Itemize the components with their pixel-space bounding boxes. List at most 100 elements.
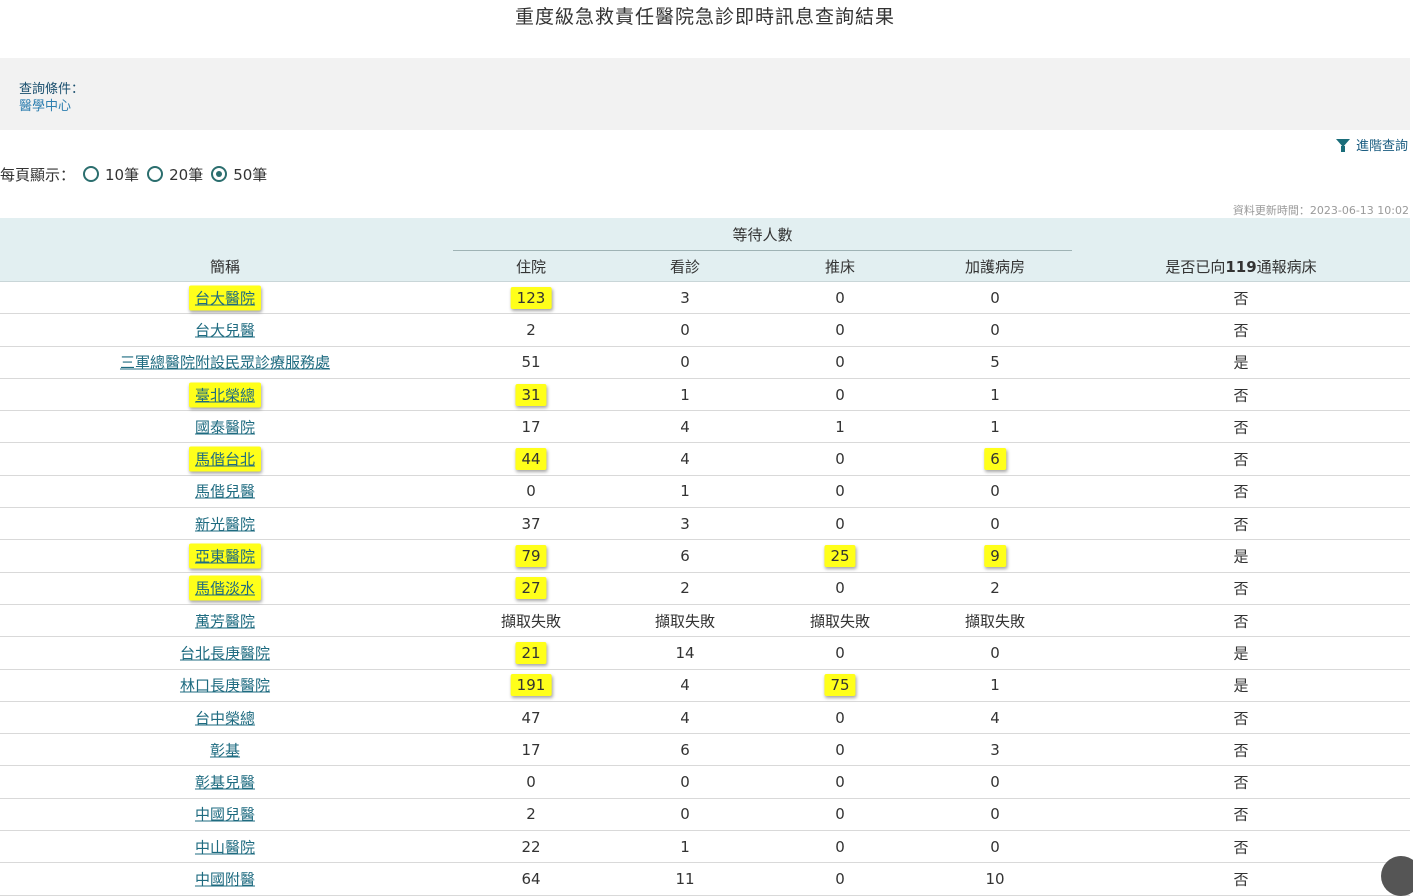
cell-name-link[interactable]: 馬偕淡水 xyxy=(188,575,262,601)
cell-inpatient: 21 xyxy=(515,641,547,664)
update-time: 資料更新時間：2023-06-13 10:02 xyxy=(1232,204,1409,217)
cell-consult: 0 xyxy=(680,320,690,339)
query-criteria-panel: 查詢條件： 醫學中心 xyxy=(0,58,1410,130)
radio-50-selected[interactable] xyxy=(211,166,228,182)
radio-20[interactable] xyxy=(147,166,164,182)
cell-icu: 0 xyxy=(990,805,1000,824)
cell-icu: 1 xyxy=(990,385,1000,404)
cell-icu: 3 xyxy=(990,740,1000,759)
cell-name-link[interactable]: 台大兒醫 xyxy=(195,319,255,340)
cell-icu: 4 xyxy=(990,708,1000,727)
table-row: 台大醫院 123 3 0 0 否 xyxy=(0,282,1410,315)
cell-name-link[interactable]: 中國兒醫 xyxy=(195,804,255,825)
cell-reported: 否 xyxy=(1233,612,1249,631)
cell-consult: 1 xyxy=(680,385,690,404)
cell-icu: 0 xyxy=(990,514,1000,533)
col-header-icu: 加護病房 xyxy=(964,258,1026,276)
filter-icon xyxy=(1335,138,1350,152)
advanced-search-link[interactable]: 進階查詢 xyxy=(1335,135,1408,154)
cell-reported: 否 xyxy=(1233,450,1249,469)
cell-inpatient: 2 xyxy=(526,320,536,339)
cell-name-link[interactable]: 三軍總醫院附設民眾診療服務處 xyxy=(120,352,330,373)
table-row: 彰基 17 6 0 3 否 xyxy=(0,734,1410,767)
cell-name-link[interactable]: 中國附醫 xyxy=(195,868,255,889)
cell-consult: 4 xyxy=(680,708,690,727)
scroll-to-top-button[interactable] xyxy=(1381,856,1413,896)
cell-inpatient: 31 xyxy=(515,383,547,406)
cell-name-link[interactable]: 台中榮總 xyxy=(195,707,255,728)
radio-10[interactable] xyxy=(83,166,100,182)
table-row: 亞東醫院 79 6 25 9 是 xyxy=(0,540,1410,573)
col-header-consult: 看診 xyxy=(669,258,701,276)
table-row: 台大兒醫 2 0 0 0 否 xyxy=(0,314,1410,347)
cell-name-link[interactable]: 彰基 xyxy=(210,739,240,760)
cell-icu: 6 xyxy=(984,448,1006,471)
cell-icu: 0 xyxy=(990,837,1000,856)
per-page-option-20[interactable]: 20筆 xyxy=(147,164,203,185)
cell-name-link[interactable]: 萬芳醫院 xyxy=(195,610,255,631)
cell-bed: 0 xyxy=(835,869,845,888)
cell-name-link[interactable]: 新光醫院 xyxy=(195,513,255,534)
cell-icu: 1 xyxy=(990,417,1000,436)
cell-bed: 0 xyxy=(835,353,845,372)
cell-inpatient: 0 xyxy=(526,773,536,792)
per-page-option-10[interactable]: 10筆 xyxy=(83,164,139,185)
cell-reported: 是 xyxy=(1233,644,1249,663)
cell-icu: 0 xyxy=(990,482,1000,501)
cell-inpatient: 擷取失敗 xyxy=(500,612,562,631)
table-row: 臺北榮總 31 1 0 1 否 xyxy=(0,379,1410,412)
cell-inpatient: 123 xyxy=(510,286,552,309)
cell-bed: 25 xyxy=(824,545,856,568)
per-page-option-label: 20筆 xyxy=(169,165,204,184)
cell-consult: 4 xyxy=(680,450,690,469)
cell-reported: 否 xyxy=(1233,579,1249,598)
cell-icu: 2 xyxy=(990,579,1000,598)
table-row: 中山醫院 22 1 0 0 否 xyxy=(0,831,1410,864)
cell-reported: 否 xyxy=(1233,418,1249,437)
cell-name-link[interactable]: 國泰醫院 xyxy=(195,416,255,437)
cell-icu: 10 xyxy=(985,869,1005,888)
per-page-option-50[interactable]: 50筆 xyxy=(211,164,267,185)
hospital-table-body: 台大醫院 123 3 0 0 否台大兒醫 2 0 0 0 否三軍總醫院附設民眾診療服務處 51 0 0 5 是… xyxy=(0,282,1410,896)
cell-reported: 是 xyxy=(1233,547,1249,566)
table-row: 台北長庚醫院 21 14 0 0 是 xyxy=(0,637,1410,670)
col-header-bed: 推床 xyxy=(824,258,856,276)
cell-bed: 0 xyxy=(835,288,845,307)
per-page-option-label: 50筆 xyxy=(233,165,268,184)
cell-name-link[interactable]: 中山醫院 xyxy=(195,836,255,857)
cell-inpatient: 0 xyxy=(526,482,536,501)
table-row: 彰基兒醫 0 0 0 0 否 xyxy=(0,766,1410,799)
cell-reported: 否 xyxy=(1233,482,1249,501)
waiting-count-group-header: 等待人數 xyxy=(453,224,1072,251)
cell-consult: 3 xyxy=(680,514,690,533)
cell-name-link[interactable]: 台北長庚醫院 xyxy=(180,642,270,663)
cell-consult: 3 xyxy=(680,288,690,307)
cell-icu: 0 xyxy=(990,773,1000,792)
cell-name-link[interactable]: 亞東醫院 xyxy=(188,543,262,569)
cell-bed: 0 xyxy=(835,708,845,727)
cell-name-link[interactable]: 馬偕台北 xyxy=(188,446,262,472)
cell-inpatient: 27 xyxy=(515,577,547,600)
cell-reported: 是 xyxy=(1233,676,1249,695)
cell-reported: 否 xyxy=(1233,805,1249,824)
criteria-value: 醫學中心 xyxy=(19,99,72,114)
cell-name-link[interactable]: 彰基兒醫 xyxy=(195,772,255,793)
cell-name-link[interactable]: 林口長庚醫院 xyxy=(180,675,270,696)
table-row: 馬偕台北 44 4 0 6 否 xyxy=(0,443,1410,476)
cell-reported: 是 xyxy=(1233,353,1249,372)
cell-inpatient: 17 xyxy=(521,740,541,759)
cell-reported: 否 xyxy=(1233,709,1249,727)
cell-reported: 否 xyxy=(1233,321,1249,340)
cell-bed: 0 xyxy=(835,579,845,598)
cell-name-link[interactable]: 馬偕兒醫 xyxy=(195,481,255,502)
cell-inpatient: 64 xyxy=(521,869,541,888)
table-row: 國泰醫院 17 4 1 1 否 xyxy=(0,411,1410,444)
table-row: 中國兒醫 2 0 0 0 否 xyxy=(0,799,1410,832)
cell-name-link[interactable]: 臺北榮總 xyxy=(188,382,262,408)
table-row: 中國附醫 64 11 0 10 否 xyxy=(0,863,1410,896)
cell-inpatient: 191 xyxy=(510,674,552,697)
cell-reported: 否 xyxy=(1233,838,1249,857)
cell-reported: 否 xyxy=(1233,386,1249,405)
cell-bed: 0 xyxy=(835,385,845,404)
cell-name-link[interactable]: 台大醫院 xyxy=(188,285,262,311)
